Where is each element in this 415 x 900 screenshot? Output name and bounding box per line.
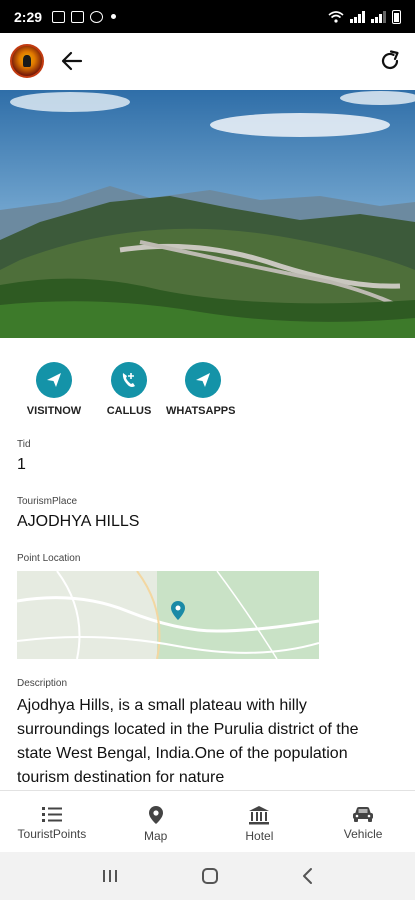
visit-now-label: VISITNOW xyxy=(26,405,82,417)
map-pin-icon xyxy=(148,806,163,824)
whatsapp-button[interactable]: WHATSAPPS xyxy=(163,362,243,417)
action-buttons: VISITNOW CALLUS WHATSAPPS xyxy=(0,362,415,422)
recent-apps-icon[interactable] xyxy=(101,868,119,884)
list-icon xyxy=(41,807,62,822)
app-notification-icon xyxy=(71,10,85,23)
nav-hotel-label: Hotel xyxy=(245,829,274,843)
wifi-icon xyxy=(328,10,344,23)
hero-image xyxy=(0,90,415,338)
tourism-place-label: TourismPlace xyxy=(17,496,78,507)
gallery-notification-icon xyxy=(52,10,66,23)
back-button[interactable] xyxy=(58,47,86,75)
app-bar xyxy=(0,33,415,89)
signal-1-icon xyxy=(350,10,365,23)
tid-label: Tid xyxy=(17,439,31,450)
refresh-icon xyxy=(381,50,399,70)
back-nav-icon[interactable] xyxy=(301,867,315,885)
point-location-label: Point Location xyxy=(17,553,81,564)
car-icon xyxy=(353,807,374,822)
tid-value: 1 xyxy=(17,456,26,473)
visit-now-button[interactable]: VISITNOW xyxy=(14,362,94,417)
facebook-notification-icon xyxy=(90,10,104,23)
description-text: Ajodhya Hills, is a small plateau with h… xyxy=(17,697,359,786)
nav-map[interactable]: Map xyxy=(104,791,208,852)
more-notifications-dot-icon xyxy=(111,14,117,19)
call-us-button[interactable]: CALLUS xyxy=(89,362,169,417)
call-us-label: CALLUS xyxy=(106,405,152,417)
whatsapp-label: WHATSAPPS xyxy=(166,405,236,417)
send-icon xyxy=(185,362,221,398)
status-bar: 2:29 xyxy=(0,0,415,33)
nav-vehicle-label: Vehicle xyxy=(343,827,383,841)
nav-map-label: Map xyxy=(143,829,168,843)
send-icon xyxy=(36,362,72,398)
arrow-left-icon xyxy=(61,51,83,71)
nav-hotel[interactable]: Hotel xyxy=(208,791,312,852)
signal-2-icon xyxy=(371,10,386,23)
description-label: Description xyxy=(17,678,68,689)
bottom-nav: TouristPoints Map Hotel Vehicle xyxy=(0,790,415,852)
battery-icon xyxy=(392,9,401,24)
location-map[interactable] xyxy=(17,571,319,659)
nav-vehicle[interactable]: Vehicle xyxy=(311,791,415,852)
app-logo xyxy=(10,44,44,78)
home-icon[interactable] xyxy=(200,866,220,886)
system-nav-bar xyxy=(0,852,415,900)
tourism-place-value: AJODHYA HILLS xyxy=(17,513,140,530)
hotel-icon xyxy=(249,806,270,825)
phone-call-icon xyxy=(111,362,147,398)
nav-tourist-points-label: TouristPoints xyxy=(17,827,87,841)
nav-tourist-points[interactable]: TouristPoints xyxy=(0,791,104,852)
refresh-button[interactable] xyxy=(375,46,405,76)
status-time: 2:29 xyxy=(14,8,43,25)
